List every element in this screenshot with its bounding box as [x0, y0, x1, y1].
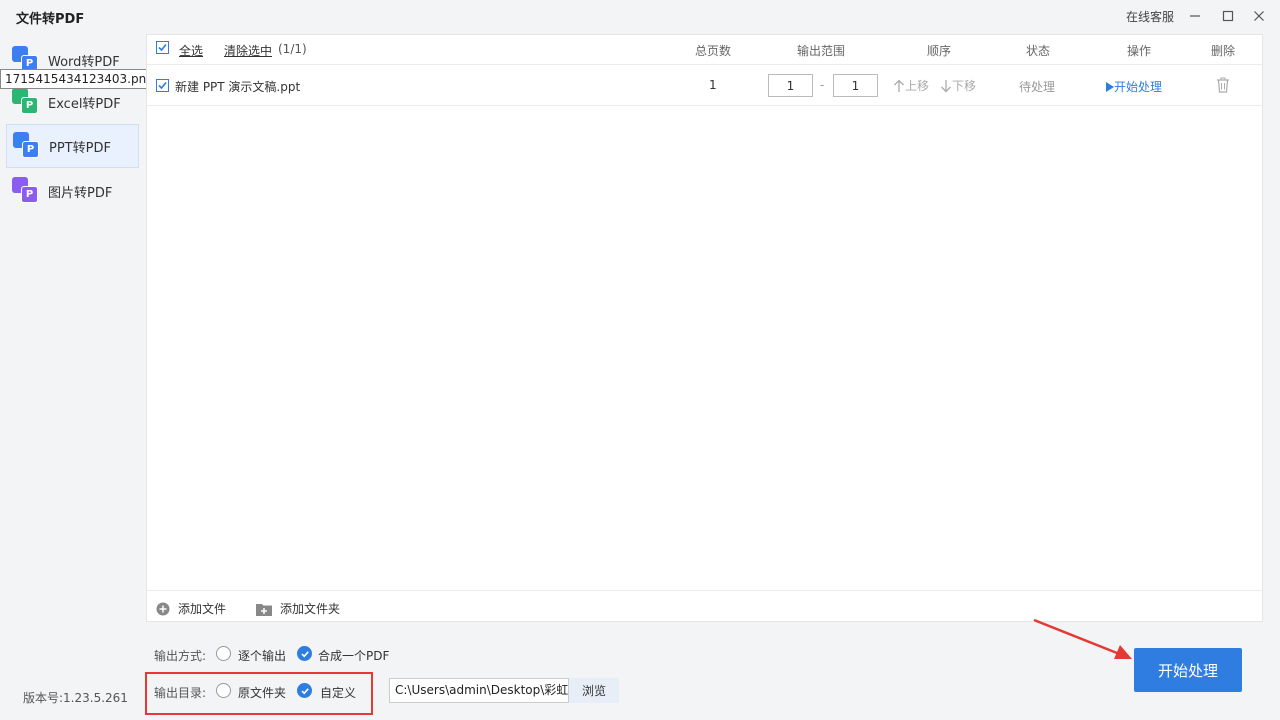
add-file-button[interactable]: 添加文件 [156, 600, 226, 617]
header-delete: 删除 [1211, 44, 1236, 58]
arrow-up-icon [894, 79, 904, 92]
move-up-button[interactable]: 上移 [893, 77, 929, 94]
sidebar-item-label: PPT转PDF [49, 140, 111, 156]
range-separator: - [820, 78, 825, 92]
mode-individual-label: 逐个输出 [238, 649, 287, 663]
header-range: 输出范围 [797, 44, 846, 58]
header-action: 操作 [1127, 44, 1152, 58]
annotation-arrow-icon [1033, 618, 1132, 659]
output-path-input[interactable]: C:\Users\admin\Desktop\彩虹 [389, 678, 569, 703]
header-pages: 总页数 [695, 44, 732, 58]
output-mode-label: 输出方式: [154, 649, 207, 663]
mode-individual-radio[interactable] [216, 646, 231, 661]
add-folder-button[interactable]: 添加文件夹 [256, 600, 340, 617]
sidebar: P Word转PDF P Excel转PDF P PPT转PDF P 图片转PD… [0, 34, 159, 720]
dir-custom-radio[interactable] [297, 683, 312, 698]
trash-icon[interactable] [1216, 77, 1230, 96]
dir-original-label: 原文件夹 [238, 686, 287, 700]
range-from-input[interactable]: 1 [768, 74, 813, 97]
add-file-label: 添加文件 [178, 602, 227, 616]
title-bar: 文件转PDF 在线客服 [0, 0, 1280, 34]
header-status: 状态 [1026, 44, 1051, 58]
move-down-label: 下移 [952, 79, 977, 93]
start-process-button[interactable]: 开始处理 [1134, 648, 1242, 692]
status-badge: 待处理 [1019, 80, 1056, 94]
row-start-label: 开始处理 [1114, 80, 1163, 94]
check-icon [300, 650, 309, 657]
excel-pdf-icon: P [12, 88, 40, 116]
mode-merge-label: 合成一个PDF [318, 649, 390, 663]
browse-button[interactable]: 浏览 [569, 678, 619, 703]
folder-plus-icon [256, 603, 272, 616]
clear-selected-link[interactable]: 清除选中 [224, 42, 272, 59]
sidebar-item-label: Excel转PDF [48, 96, 121, 112]
row-start-button[interactable]: 开始处理 [1106, 78, 1162, 95]
dir-original-radio[interactable] [216, 683, 231, 698]
add-folder-label: 添加文件夹 [280, 602, 341, 616]
plus-circle-icon [156, 602, 170, 615]
row-checkbox[interactable] [156, 79, 169, 92]
dir-custom-label: 自定义 [320, 686, 357, 700]
ppt-pdf-icon: P [13, 132, 41, 160]
select-all-label[interactable]: 全选 [179, 42, 203, 59]
filename-tooltip: 1715415434123403.png [0, 69, 159, 89]
sidebar-item-ppt[interactable]: P PPT转PDF [6, 124, 139, 168]
range-to-input[interactable]: 1 [833, 74, 878, 97]
arrow-down-icon [941, 79, 951, 92]
image-pdf-icon: P [12, 177, 40, 205]
page-count: 1 [709, 78, 717, 92]
app-window: 文件转PDF 在线客服 P Word转PDF P Excel转PDF P PPT… [0, 0, 1280, 720]
version-label: 版本号:1.23.5.261 [23, 691, 128, 705]
mode-merge-radio[interactable] [297, 646, 312, 661]
sidebar-item-image[interactable]: P 图片转PDF [6, 169, 139, 213]
output-dir-label: 输出目录: [154, 686, 207, 700]
play-icon [1106, 81, 1114, 92]
close-icon[interactable] [1248, 6, 1270, 26]
table-header: 全选 清除选中 (1/1) 总页数 输出范围 顺序 状态 操作 删除 [147, 35, 1262, 65]
check-icon [300, 687, 309, 694]
app-title: 文件转PDF [16, 12, 85, 27]
move-up-label: 上移 [905, 79, 930, 93]
sidebar-item-label: Word转PDF [48, 54, 120, 70]
maximize-icon[interactable] [1217, 6, 1239, 26]
online-support-link[interactable]: 在线客服 [1126, 8, 1174, 25]
selection-count: (1/1) [278, 42, 307, 56]
select-all-checkbox[interactable] [156, 41, 169, 54]
sidebar-item-label: 图片转PDF [48, 185, 113, 201]
move-down-button[interactable]: 下移 [940, 77, 976, 94]
file-name: 新建 PPT 演示文稿.ppt [175, 80, 301, 94]
minimize-icon[interactable] [1184, 6, 1206, 26]
table-row: 新建 PPT 演示文稿.ppt 1 1 - 1 上移 下移 待处理 开始处理 [147, 66, 1262, 106]
header-order: 顺序 [927, 44, 952, 58]
file-list-panel: 全选 清除选中 (1/1) 总页数 输出范围 顺序 状态 操作 删除 新建 PP… [146, 34, 1263, 622]
